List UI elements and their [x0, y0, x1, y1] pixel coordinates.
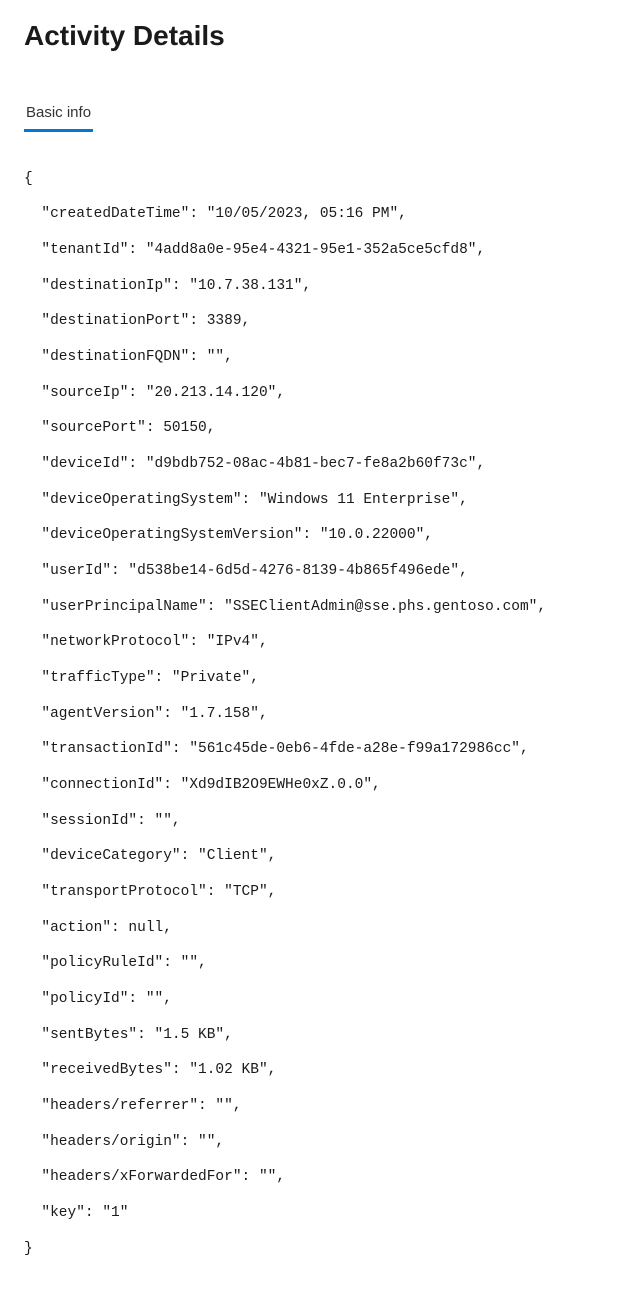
field-sentBytes: "sentBytes": "1.5 KB",	[24, 1027, 616, 1045]
tabs-container: Basic info	[24, 104, 616, 133]
field-policyId: "policyId": "",	[24, 991, 616, 1009]
field-sessionId: "sessionId": "",	[24, 813, 616, 831]
field-transactionId: "transactionId": "561c45de-0eb6-4fde-a28…	[24, 741, 616, 759]
field-key: "key": "1"	[24, 1205, 616, 1223]
field-headersReferrer: "headers/referrer": "",	[24, 1098, 616, 1116]
field-networkProtocol: "networkProtocol": "IPv4",	[24, 634, 616, 652]
field-headersOrigin: "headers/origin": "",	[24, 1134, 616, 1152]
field-policyRuleId: "policyRuleId": "",	[24, 955, 616, 973]
tab-basic-info[interactable]: Basic info	[24, 104, 93, 132]
field-transportProtocol: "transportProtocol": "TCP",	[24, 884, 616, 902]
field-deviceOperatingSystem: "deviceOperatingSystem": "Windows 11 Ent…	[24, 492, 616, 510]
activity-json: { "createdDateTime": "10/05/2023, 05:16 …	[24, 153, 616, 1276]
field-destinationIp: "destinationIp": "10.7.38.131",	[24, 278, 616, 296]
field-receivedBytes: "receivedBytes": "1.02 KB",	[24, 1062, 616, 1080]
field-deviceId: "deviceId": "d9bdb752-08ac-4b81-bec7-fe8…	[24, 456, 616, 474]
json-open: {	[24, 171, 616, 189]
field-deviceOperatingSystemVersion: "deviceOperatingSystemVersion": "10.0.22…	[24, 527, 616, 545]
field-userId: "userId": "d538be14-6d5d-4276-8139-4b865…	[24, 563, 616, 581]
field-headersXForwardedFor: "headers/xForwardedFor": "",	[24, 1169, 616, 1187]
json-close: }	[24, 1241, 616, 1259]
field-trafficType: "trafficType": "Private",	[24, 670, 616, 688]
field-sourceIp: "sourceIp": "20.213.14.120",	[24, 385, 616, 403]
field-action: "action": null,	[24, 920, 616, 938]
page-title: Activity Details	[24, 20, 616, 52]
field-sourcePort: "sourcePort": 50150,	[24, 420, 616, 438]
field-userPrincipalName: "userPrincipalName": "SSEClientAdmin@sse…	[24, 599, 616, 617]
field-deviceCategory: "deviceCategory": "Client",	[24, 848, 616, 866]
field-agentVersion: "agentVersion": "1.7.158",	[24, 706, 616, 724]
field-connectionId: "connectionId": "Xd9dIB2O9EWHe0xZ.0.0",	[24, 777, 616, 795]
field-destinationPort: "destinationPort": 3389,	[24, 313, 616, 331]
field-tenantId: "tenantId": "4add8a0e-95e4-4321-95e1-352…	[24, 242, 616, 260]
field-destinationFQDN: "destinationFQDN": "",	[24, 349, 616, 367]
field-createdDateTime: "createdDateTime": "10/05/2023, 05:16 PM…	[24, 206, 616, 224]
